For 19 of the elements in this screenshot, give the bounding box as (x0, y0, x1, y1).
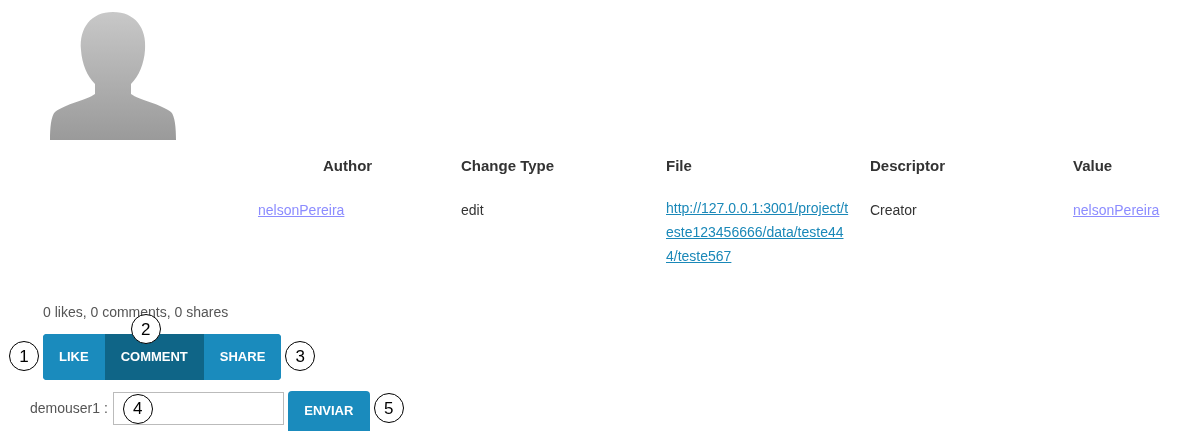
author-link[interactable]: nelsonPereira (258, 202, 345, 218)
send-button[interactable]: ENVIAR (287, 391, 370, 431)
callout-number: 4 (122, 393, 153, 424)
column-header: File (666, 157, 692, 174)
column-header: Value (1073, 157, 1113, 174)
avatar-icon (50, 10, 176, 140)
callout-number: 5 (373, 393, 404, 423)
column-header: Change Type (461, 157, 555, 174)
file-link[interactable]: http://127.0.0.1:3001/project/teste123456666/data/teste444/teste567 (666, 196, 850, 268)
column-header: Author (323, 157, 373, 174)
action-button[interactable]: COMMENT (104, 334, 204, 380)
column-header: Descriptor (870, 157, 946, 174)
comment-user: demouser1 : (30, 398, 108, 418)
value-link[interactable]: nelsonPereira (1073, 202, 1160, 218)
table-cell: Creator (870, 202, 917, 218)
callout-number: 3 (285, 341, 316, 371)
table-cell: edit (461, 202, 484, 218)
comment-field[interactable] (112, 391, 284, 425)
callout-number: 1 (9, 341, 39, 371)
